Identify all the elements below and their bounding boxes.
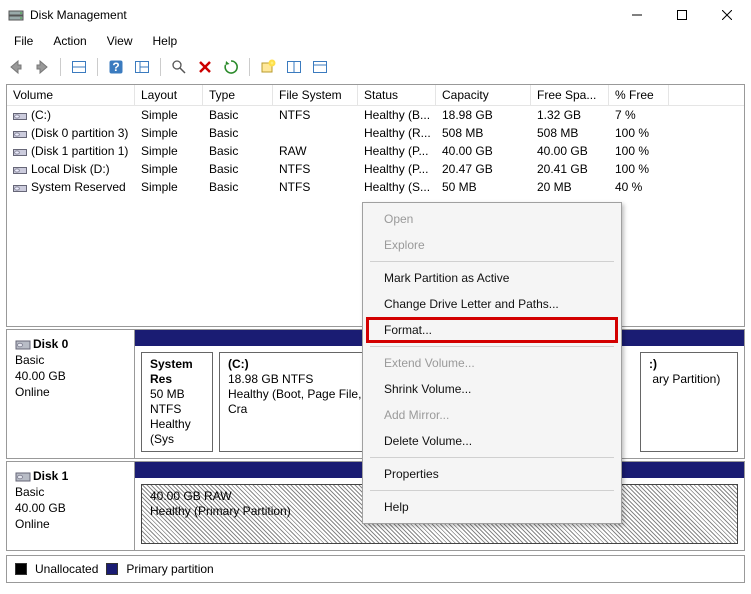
menu-file[interactable]: File <box>6 32 41 50</box>
ctx-shrink[interactable]: Shrink Volume... <box>366 376 618 402</box>
col-fs[interactable]: File System <box>273 85 358 105</box>
refresh-icon[interactable] <box>219 56 243 78</box>
layout2-icon[interactable] <box>130 56 154 78</box>
window-title: Disk Management <box>30 8 614 22</box>
legend-primary: Primary partition <box>126 562 213 576</box>
table-row[interactable]: Local Disk (D:)SimpleBasicNTFSHealthy (P… <box>7 160 744 178</box>
back-button[interactable] <box>4 56 28 78</box>
new-disk-icon[interactable] <box>256 56 280 78</box>
partition[interactable]: (C:)18.98 GB NTFSHealthy (Boot, Page Fil… <box>219 352 374 452</box>
col-layout[interactable]: Layout <box>135 85 203 105</box>
table-row[interactable]: (Disk 0 partition 3)SimpleBasicHealthy (… <box>7 124 744 142</box>
volume-list-body: (C:)SimpleBasicNTFSHealthy (B...18.98 GB… <box>7 106 744 196</box>
volume-list-header: Volume Layout Type File System Status Ca… <box>7 85 744 106</box>
menubar: File Action View Help <box>0 30 751 54</box>
delete-icon[interactable] <box>193 56 217 78</box>
maximize-button[interactable] <box>659 1 704 29</box>
ctx-explore[interactable]: Explore <box>366 232 618 258</box>
partition[interactable]: System Res50 MB NTFSHealthy (Sys <box>141 352 213 452</box>
col-capacity[interactable]: Capacity <box>436 85 531 105</box>
toolbar: ? <box>0 54 751 84</box>
layout4-icon[interactable] <box>308 56 332 78</box>
menu-help[interactable]: Help <box>145 32 186 50</box>
ctx-mirror[interactable]: Add Mirror... <box>366 402 618 428</box>
help-icon[interactable]: ? <box>104 56 128 78</box>
table-row[interactable]: System ReservedSimpleBasicNTFSHealthy (S… <box>7 178 744 196</box>
ctx-delete[interactable]: Delete Volume... <box>366 428 618 454</box>
col-pct[interactable]: % Free <box>609 85 669 105</box>
legend: Unallocated Primary partition <box>6 555 745 583</box>
ctx-change-letter[interactable]: Change Drive Letter and Paths... <box>366 291 618 317</box>
search-icon[interactable] <box>167 56 191 78</box>
forward-button[interactable] <box>30 56 54 78</box>
col-type[interactable]: Type <box>203 85 273 105</box>
table-row[interactable]: (Disk 1 partition 1)SimpleBasicRAWHealth… <box>7 142 744 160</box>
col-free[interactable]: Free Spa... <box>531 85 609 105</box>
menu-action[interactable]: Action <box>45 32 94 50</box>
ctx-help[interactable]: Help <box>366 494 618 520</box>
ctx-format[interactable]: Format... <box>366 317 618 343</box>
disk-info: Disk 1Basic40.00 GBOnline <box>7 462 135 550</box>
partition[interactable]: :) ary Partition) <box>640 352 738 452</box>
close-button[interactable] <box>704 1 749 29</box>
ctx-mark-active[interactable]: Mark Partition as Active <box>366 265 618 291</box>
titlebar: Disk Management <box>0 0 751 30</box>
layout1-icon[interactable] <box>67 56 91 78</box>
context-menu: Open Explore Mark Partition as Active Ch… <box>362 202 622 524</box>
legend-swatch-unallocated <box>15 563 27 575</box>
legend-unallocated: Unallocated <box>35 562 98 576</box>
table-row[interactable]: (C:)SimpleBasicNTFSHealthy (B...18.98 GB… <box>7 106 744 124</box>
app-icon <box>8 7 24 23</box>
col-status[interactable]: Status <box>358 85 436 105</box>
svg-text:?: ? <box>112 60 119 74</box>
ctx-extend[interactable]: Extend Volume... <box>366 350 618 376</box>
ctx-open[interactable]: Open <box>366 206 618 232</box>
minimize-button[interactable] <box>614 1 659 29</box>
menu-view[interactable]: View <box>99 32 141 50</box>
disk-info: Disk 0Basic40.00 GBOnline <box>7 330 135 458</box>
legend-swatch-primary <box>106 563 118 575</box>
ctx-properties[interactable]: Properties <box>366 461 618 487</box>
col-volume[interactable]: Volume <box>7 85 135 105</box>
layout3-icon[interactable] <box>282 56 306 78</box>
